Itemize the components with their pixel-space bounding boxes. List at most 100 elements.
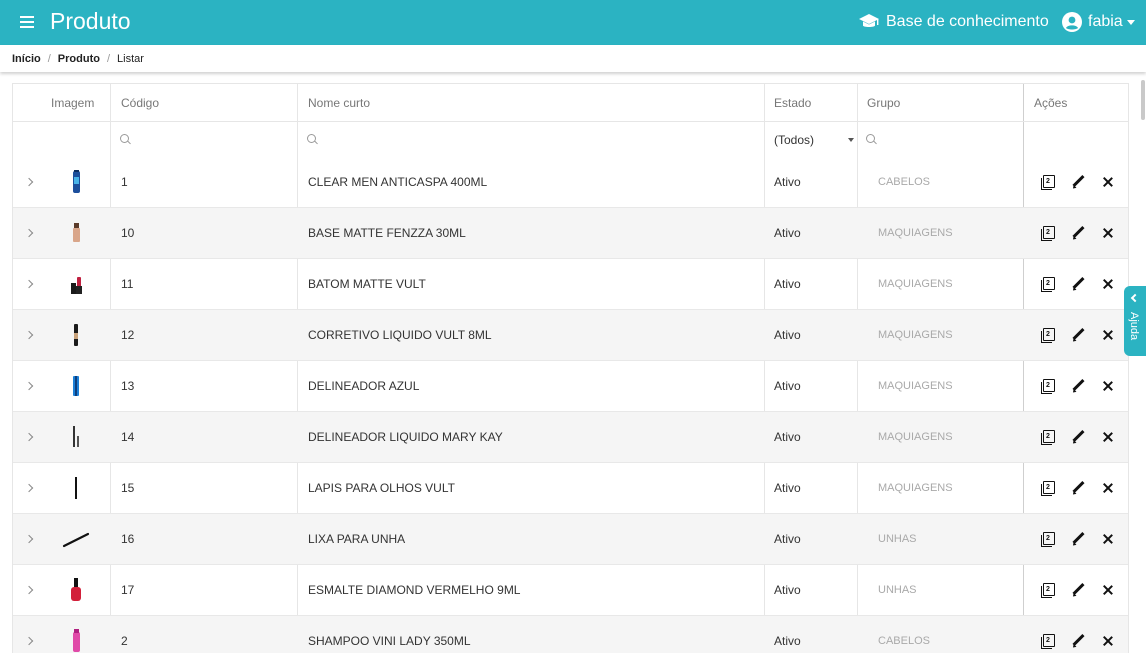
nail-file-image: [62, 532, 90, 548]
hamburger-menu-icon[interactable]: [18, 14, 36, 30]
expand-row-button[interactable]: [24, 412, 34, 462]
delete-close-icon[interactable]: [1100, 429, 1116, 445]
product-grid: Imagem Código Nome curto Estado Grupo Aç…: [12, 83, 1129, 653]
header-code[interactable]: Código: [121, 84, 159, 121]
cell-name: LIXA PARA UNHA: [308, 532, 406, 546]
delete-close-icon[interactable]: [1100, 276, 1116, 292]
cell-status: Ativo: [774, 175, 801, 189]
edit-pencil-icon[interactable]: [1070, 276, 1086, 292]
table-row[interactable]: 14 DELINEADOR LIQUIDO MARY KAY Ativo MAQ…: [13, 412, 1128, 463]
header-name[interactable]: Nome curto: [308, 84, 370, 121]
delete-close-icon[interactable]: [1100, 378, 1116, 394]
eye-pencil-image: [75, 477, 77, 499]
duplicate-icon[interactable]: 2: [1040, 531, 1056, 547]
delete-close-icon[interactable]: [1100, 531, 1116, 547]
edit-pencil-icon[interactable]: [1070, 531, 1086, 547]
product-thumbnail: [61, 310, 91, 360]
table-row[interactable]: 15 LAPIS PARA OLHOS VULT Ativo MAQUIAGEN…: [13, 463, 1128, 514]
user-avatar-icon: [1062, 12, 1082, 32]
expand-row-button[interactable]: [24, 514, 34, 564]
chevron-down-icon: [848, 137, 854, 142]
row-actions: 2: [1040, 463, 1128, 513]
table-row[interactable]: 17 ESMALTE DIAMOND VERMELHO 9ML Ativo UN…: [13, 565, 1128, 616]
user-menu[interactable]: fabia: [1062, 11, 1135, 33]
table-row[interactable]: 11 BATOM MATTE VULT Ativo MAQUIAGENS 2: [13, 259, 1128, 310]
breadcrumb-home[interactable]: Início: [12, 53, 41, 65]
cell-group: UNHAS: [878, 584, 917, 596]
delete-close-icon[interactable]: [1100, 582, 1116, 598]
table-row[interactable]: 12 CORRETIVO LIQUIDO VULT 8ML Ativo MAQU…: [13, 310, 1128, 361]
edit-pencil-icon[interactable]: [1070, 633, 1086, 649]
filter-row: (Todos): [13, 122, 1128, 157]
duplicate-icon[interactable]: 2: [1040, 633, 1056, 649]
expand-row-button[interactable]: [24, 463, 34, 513]
cell-code: 14: [121, 430, 135, 444]
name-filter[interactable]: [307, 122, 318, 157]
expand-row-button[interactable]: [24, 565, 34, 615]
delete-close-icon[interactable]: [1100, 174, 1116, 190]
eyeliner-blue-image: [73, 376, 79, 396]
edit-pencil-icon[interactable]: [1070, 480, 1086, 496]
expand-row-button[interactable]: [24, 361, 34, 411]
scrollbar-thumb[interactable]: [1141, 80, 1145, 120]
header-status[interactable]: Estado: [774, 84, 811, 121]
edit-pencil-icon[interactable]: [1070, 429, 1086, 445]
header-group[interactable]: Grupo: [867, 84, 900, 121]
duplicate-icon[interactable]: 2: [1040, 174, 1056, 190]
product-thumbnail: [61, 412, 91, 462]
duplicate-icon[interactable]: 2: [1040, 225, 1056, 241]
delete-close-icon[interactable]: [1100, 480, 1116, 496]
delete-close-icon[interactable]: [1100, 225, 1116, 241]
duplicate-icon[interactable]: 2: [1040, 480, 1056, 496]
edit-pencil-icon[interactable]: [1070, 582, 1086, 598]
lipstick-image: [71, 277, 82, 294]
row-actions: 2: [1040, 565, 1128, 615]
table-row[interactable]: 13 DELINEADOR AZUL Ativo MAQUIAGENS 2: [13, 361, 1128, 412]
scrollbar[interactable]: [1141, 75, 1146, 644]
edit-pencil-icon[interactable]: [1070, 378, 1086, 394]
row-actions: 2: [1040, 514, 1128, 564]
product-thumbnail: [61, 259, 91, 309]
user-name: fabia: [1088, 13, 1123, 30]
search-icon: [120, 134, 131, 145]
cell-status: Ativo: [774, 328, 801, 342]
header-actions: Ações: [1034, 95, 1068, 110]
product-thumbnail: [61, 565, 91, 615]
search-icon: [307, 134, 318, 145]
status-filter-select[interactable]: (Todos): [774, 122, 854, 157]
delete-close-icon[interactable]: [1100, 633, 1116, 649]
table-row[interactable]: 2 SHAMPOO VINI LADY 350ML Ativo CABELOS …: [13, 616, 1128, 653]
duplicate-icon[interactable]: 2: [1040, 429, 1056, 445]
duplicate-icon[interactable]: 2: [1040, 327, 1056, 343]
duplicate-icon[interactable]: 2: [1040, 582, 1056, 598]
cell-code: 15: [121, 481, 135, 495]
expand-row-button[interactable]: [24, 616, 34, 653]
chevron-right-icon: [24, 228, 34, 238]
chevron-right-icon: [24, 585, 34, 595]
cell-group: CABELOS: [878, 176, 930, 188]
delete-close-icon[interactable]: [1100, 327, 1116, 343]
cell-status: Ativo: [774, 379, 801, 393]
edit-pencil-icon[interactable]: [1070, 174, 1086, 190]
table-row[interactable]: 1 CLEAR MEN ANTICASPA 400ML Ativo CABELO…: [13, 157, 1128, 208]
duplicate-icon[interactable]: 2: [1040, 276, 1056, 292]
code-filter[interactable]: [120, 122, 131, 157]
breadcrumb-produto[interactable]: Produto: [58, 53, 100, 65]
table-row[interactable]: 16 LIXA PARA UNHA Ativo UNHAS 2: [13, 514, 1128, 565]
expand-row-button[interactable]: [24, 208, 34, 258]
expand-row-button[interactable]: [24, 259, 34, 309]
duplicate-icon[interactable]: 2: [1040, 378, 1056, 394]
chevron-right-icon: [24, 279, 34, 289]
edit-pencil-icon[interactable]: [1070, 225, 1086, 241]
expand-row-button[interactable]: [24, 310, 34, 360]
knowledge-base-link[interactable]: Base de conhecimento: [858, 11, 1049, 33]
cell-code: 12: [121, 328, 135, 342]
group-filter[interactable]: [866, 122, 877, 157]
header-image[interactable]: Imagem: [51, 84, 94, 121]
product-thumbnail: [61, 514, 91, 564]
help-side-tab[interactable]: Ajuda: [1124, 286, 1146, 356]
expand-row-button[interactable]: [24, 157, 34, 207]
cell-group: MAQUIAGENS: [878, 329, 953, 341]
table-row[interactable]: 10 BASE MATTE FENZZA 30ML Ativo MAQUIAGE…: [13, 208, 1128, 259]
edit-pencil-icon[interactable]: [1070, 327, 1086, 343]
